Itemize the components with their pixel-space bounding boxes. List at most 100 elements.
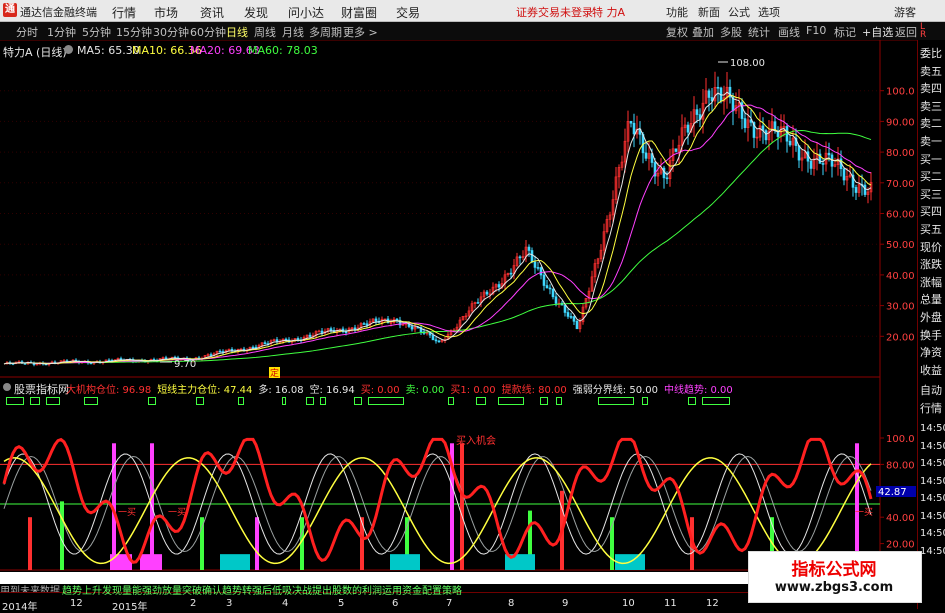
- candle-body: [764, 130, 768, 141]
- side-item[interactable]: 自动: [920, 384, 942, 397]
- menu-quotes[interactable]: 行情: [112, 4, 136, 21]
- period-intraday[interactable]: 分时: [16, 24, 38, 40]
- period-multi[interactable]: 多周期: [309, 24, 342, 40]
- overlay-button[interactable]: 叠加: [692, 24, 714, 40]
- period-15min[interactable]: 15分钟: [116, 24, 152, 40]
- candle-body: [539, 267, 543, 276]
- side-item[interactable]: 卖五: [920, 65, 942, 78]
- candle-body: [434, 339, 438, 342]
- indicator-bar: [200, 517, 204, 570]
- period-1min[interactable]: 1分钟: [47, 24, 76, 40]
- app-logo-icon: 通: [3, 3, 17, 17]
- side-item[interactable]: 买四: [920, 205, 942, 218]
- side-item[interactable]: 卖二: [920, 117, 942, 130]
- draw-button[interactable]: 画线: [778, 24, 800, 40]
- indicator-legend: 大机构仓位: 96.98 短线主力仓位: 47.44 多: 16.08 空: 16.9…: [66, 381, 739, 396]
- new-page-button[interactable]: 新面: [698, 4, 720, 20]
- indicator-legend-item: 短线主力仓位: 47.44: [157, 385, 253, 396]
- side-item[interactable]: 行情: [920, 402, 942, 415]
- menu-wealth[interactable]: 财富圈: [341, 4, 377, 21]
- side-item[interactable]: 外盘: [920, 311, 942, 324]
- signal-block: [46, 397, 60, 405]
- guest-label[interactable]: 游客: [894, 4, 916, 20]
- login-warning[interactable]: 证券交易未登录: [516, 4, 593, 20]
- menu-xiaoda[interactable]: 问小达: [288, 4, 324, 21]
- panel-toggle-icon[interactable]: LR: [920, 23, 926, 40]
- indicator-legend-item: 强弱分界线: 50.00: [572, 385, 658, 396]
- signal-block: [306, 397, 314, 405]
- candle-body: [263, 342, 267, 344]
- f10-button[interactable]: F10: [806, 24, 826, 37]
- menu-discover[interactable]: 发现: [244, 4, 268, 21]
- formula-button[interactable]: 公式: [728, 4, 750, 20]
- menu-news[interactable]: 资讯: [200, 4, 224, 21]
- menu-trade[interactable]: 交易: [396, 4, 420, 21]
- signal-block: [702, 397, 730, 405]
- candle-body: [410, 326, 414, 330]
- candle-body: [320, 330, 324, 334]
- side-item[interactable]: 委比: [920, 47, 942, 60]
- candle-body: [527, 246, 531, 251]
- candle-body: [536, 267, 540, 269]
- side-item[interactable]: 买五: [920, 223, 942, 236]
- side-item[interactable]: 买三: [920, 188, 942, 201]
- indicator-bar: [460, 443, 464, 570]
- side-item[interactable]: 涨幅: [920, 276, 942, 289]
- y-tick-label: 100.0: [886, 87, 915, 98]
- indicator-legend-item: 买1: 0.00: [450, 385, 496, 396]
- y-tick-label: 40.00: [886, 271, 915, 282]
- options-button[interactable]: 选项: [758, 4, 780, 20]
- signal-block: [354, 397, 362, 405]
- period-more[interactable]: 更多 >: [343, 24, 378, 40]
- period-weekly[interactable]: 周线: [254, 24, 276, 40]
- adjust-button[interactable]: 复权: [666, 24, 688, 40]
- candle-body: [632, 122, 636, 135]
- candle-body: [509, 272, 513, 275]
- period-daily[interactable]: 日线: [226, 24, 248, 40]
- signal-block: [498, 397, 524, 405]
- period-5min[interactable]: 5分钟: [82, 24, 111, 40]
- year-label: 2015年: [112, 602, 148, 613]
- side-item[interactable]: 净资: [920, 346, 942, 359]
- month-label: 5: [338, 598, 345, 609]
- indicator-legend-item: 空: 16.94: [309, 385, 355, 396]
- watermark-url: www.zbgs3.com: [774, 580, 894, 595]
- signal-block: [556, 397, 562, 405]
- menu-market[interactable]: 市场: [154, 4, 178, 21]
- side-item[interactable]: 卖一: [920, 135, 942, 148]
- function-button[interactable]: 功能: [666, 4, 688, 20]
- side-time: 14:50: [920, 458, 945, 469]
- period-monthly[interactable]: 月线: [282, 24, 304, 40]
- indicator-settings-icon[interactable]: [3, 383, 11, 391]
- side-item[interactable]: 买一: [920, 153, 942, 166]
- add-watchlist-button[interactable]: +自选: [862, 24, 893, 40]
- candle-body: [530, 250, 534, 263]
- side-item[interactable]: 换手: [920, 329, 942, 342]
- current-value: 42.87: [878, 487, 907, 498]
- signal-block: [368, 397, 404, 405]
- side-item[interactable]: 收益: [920, 364, 942, 377]
- candle-body: [485, 291, 489, 295]
- signal-block-row: [0, 397, 880, 407]
- side-item[interactable]: 现价: [920, 241, 942, 254]
- candle-body: [716, 86, 720, 89]
- signal-block: [448, 397, 454, 405]
- side-time: 14:50: [920, 528, 945, 539]
- side-item[interactable]: 卖四: [920, 82, 942, 95]
- mark-button[interactable]: 标记: [834, 24, 856, 40]
- y-tick-label: 60.00: [886, 210, 915, 221]
- candle-body: [797, 145, 801, 161]
- chart-area[interactable]: 100.0 90.00 80.00 70.00 60.00 50.00 40.00 30.00…: [0, 40, 917, 592]
- side-item[interactable]: 买二: [920, 170, 942, 183]
- ma5-line: [3, 91, 872, 365]
- multi-stock-button[interactable]: 多股: [720, 24, 742, 40]
- indicator-bar: [255, 517, 259, 570]
- side-item[interactable]: 总量: [920, 293, 942, 306]
- period-30min[interactable]: 30分钟: [153, 24, 189, 40]
- back-button[interactable]: 返回: [895, 24, 917, 40]
- side-item[interactable]: 涨跌: [920, 258, 942, 271]
- stats-button[interactable]: 统计: [748, 24, 770, 40]
- side-item[interactable]: 卖三: [920, 100, 942, 113]
- candle-body: [395, 318, 399, 321]
- period-60min[interactable]: 60分钟: [190, 24, 226, 40]
